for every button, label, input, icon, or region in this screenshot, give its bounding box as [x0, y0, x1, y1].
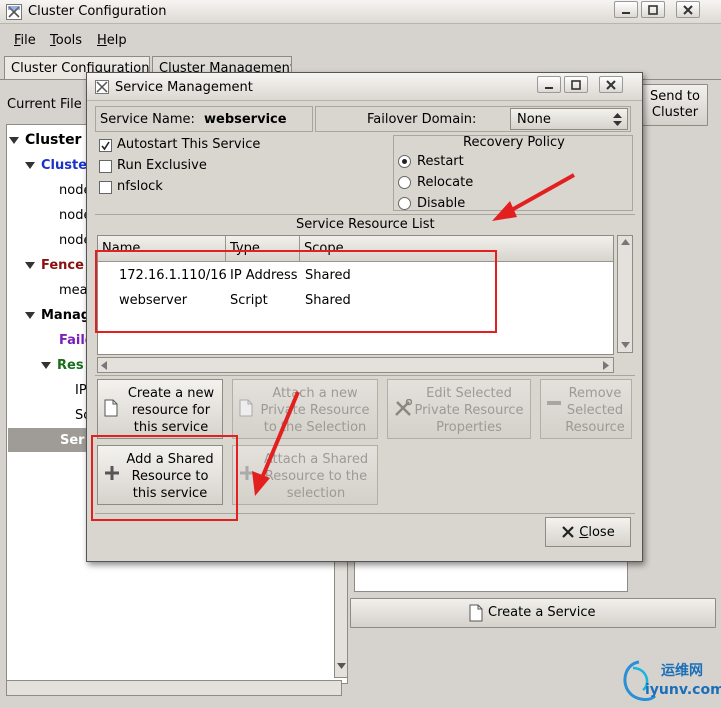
- table-row[interactable]: 172.16.1.110/16 IP Address Shared: [98, 264, 613, 288]
- tree-item-cluster[interactable]: Cluster: [9, 132, 81, 148]
- section-divider: [95, 513, 635, 514]
- dialog-title-bar: Service Management: [87, 73, 642, 101]
- minimize-icon: [622, 11, 630, 14]
- main-title-bar: Cluster Configuration: [0, 0, 721, 24]
- close-window-button[interactable]: [676, 1, 700, 18]
- menu-bar: File Tools Help: [4, 28, 716, 52]
- close-icon: [562, 526, 574, 538]
- edit-private-resource-button[interactable]: Edit Selected Private Resource Propertie…: [387, 379, 531, 439]
- service-management-dialog: Service Management Service Name: webserv…: [86, 72, 643, 562]
- maximize-icon: [648, 4, 658, 15]
- tree-item-managed-resources[interactable]: Manag: [25, 308, 90, 323]
- close-icon: [606, 79, 616, 90]
- section-divider: [95, 375, 635, 376]
- failover-domain-label: Failover Domain:: [367, 112, 477, 127]
- chevron-down-icon: [9, 136, 19, 144]
- table-row[interactable]: webserver Script Shared: [98, 289, 613, 313]
- tree-item-fence-devices[interactable]: Fence: [25, 258, 84, 273]
- window-title: Cluster Configuration: [28, 4, 167, 19]
- tree-item-cluster-nodes[interactable]: Cluste: [25, 158, 87, 173]
- dialog-title: Service Management: [115, 80, 253, 95]
- run-exclusive-checkbox[interactable]: [99, 160, 112, 173]
- relocate-label: Relocate: [417, 175, 474, 190]
- scroll-down-icon: [621, 342, 630, 348]
- maximize-icon: [571, 79, 581, 90]
- menu-file[interactable]: File: [14, 33, 36, 48]
- radio-disable[interactable]: [398, 197, 411, 210]
- dialog-app-icon: [95, 80, 109, 94]
- service-name-value: webservice: [204, 112, 287, 127]
- service-name-label: Service Name:: [100, 112, 195, 127]
- tree-horizontal-scrollbar[interactable]: [6, 680, 342, 696]
- autostart-label: Autostart This Service: [117, 137, 261, 152]
- minimize-icon: [545, 86, 553, 89]
- scroll-up-icon: [621, 239, 630, 245]
- close-button[interactable]: Close: [545, 517, 631, 547]
- create-new-resource-button[interactable]: Create a new resource for this service: [97, 379, 223, 439]
- add-shared-resource-button[interactable]: Add a Shared Resource to this service: [97, 445, 223, 505]
- disable-label: Disable: [417, 196, 466, 211]
- document-icon: [104, 399, 118, 417]
- restart-label: Restart: [417, 154, 464, 169]
- watermark-url: iyunv.com: [645, 682, 721, 698]
- table-vertical-scrollbar[interactable]: [617, 235, 633, 353]
- attach-shared-resource-button[interactable]: Attach a Shared Resource to the selectio…: [232, 445, 378, 505]
- attach-private-resource-button[interactable]: Attach a new Private Resource to the Sel…: [232, 379, 378, 439]
- checkmark-icon: [101, 141, 110, 151]
- watermark-logo: 运维网 iyunv.com: [617, 656, 721, 708]
- chevron-down-icon: [41, 362, 51, 369]
- autostart-checkbox[interactable]: [99, 139, 112, 152]
- column-header-scope[interactable]: Scope: [300, 236, 613, 262]
- failover-domain-box: Failover Domain: None: [315, 106, 631, 132]
- remove-selected-resource-button[interactable]: Remove Selected Resource: [540, 379, 632, 439]
- scroll-left-icon: [101, 361, 107, 370]
- service-name-box: Service Name: webservice: [95, 106, 313, 132]
- app-icon: [6, 4, 22, 20]
- chevron-down-icon: [25, 262, 35, 269]
- dialog-minimize-button[interactable]: [537, 76, 561, 93]
- dialog-close-window-button[interactable]: [599, 76, 623, 93]
- resource-list-title: Service Resource List: [296, 217, 435, 232]
- recovery-policy-title: Recovery Policy: [463, 135, 565, 150]
- plus-icon: [240, 466, 254, 480]
- minus-icon: [547, 401, 561, 405]
- chevron-down-icon: [25, 162, 35, 169]
- tree-item-fence-device[interactable]: mea: [59, 283, 88, 298]
- scroll-down-icon: [337, 663, 346, 669]
- send-to-cluster-button[interactable]: Send to Cluster: [642, 84, 708, 126]
- document-icon: [239, 399, 253, 417]
- document-icon: [469, 604, 483, 622]
- minimize-button[interactable]: [614, 1, 638, 18]
- radio-restart[interactable]: [398, 155, 411, 168]
- nfslock-label: nfslock: [117, 179, 163, 194]
- tools-icon: [395, 399, 412, 416]
- radio-relocate[interactable]: [398, 176, 411, 189]
- service-list-area: [354, 558, 628, 592]
- watermark-cn: 运维网: [661, 663, 703, 679]
- maximize-button[interactable]: [641, 1, 665, 18]
- failover-domain-select[interactable]: None: [510, 108, 628, 130]
- table-horizontal-scrollbar[interactable]: [97, 357, 614, 373]
- menu-tools[interactable]: Tools: [50, 33, 82, 48]
- service-resource-table: Name Type Scope 172.16.1.110/16 IP Addre…: [97, 235, 614, 355]
- dialog-maximize-button[interactable]: [564, 76, 588, 93]
- current-file-label: Current File: [7, 97, 82, 112]
- menu-help[interactable]: Help: [97, 33, 127, 48]
- tree-item-resource-ip[interactable]: IP: [75, 383, 87, 398]
- close-icon: [683, 4, 693, 15]
- section-divider: [95, 214, 635, 215]
- column-header-type[interactable]: Type: [226, 236, 300, 262]
- column-header-name[interactable]: Name: [98, 236, 226, 262]
- chevron-down-icon: [25, 312, 35, 319]
- run-exclusive-label: Run Exclusive: [117, 158, 207, 173]
- tree-item-resources[interactable]: Res: [41, 358, 84, 373]
- nfslock-checkbox[interactable]: [99, 181, 112, 194]
- create-a-service-button[interactable]: Create a Service: [350, 598, 716, 628]
- scroll-right-icon: [603, 361, 609, 370]
- plus-icon: [105, 466, 119, 480]
- spinner-arrows-icon: [613, 113, 622, 126]
